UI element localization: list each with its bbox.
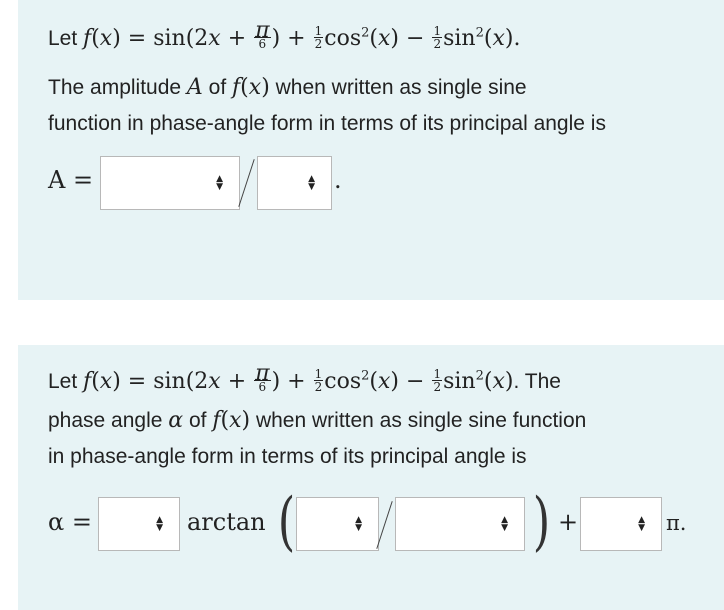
updown-arrows-icon: ▲ ▼ [501,515,508,533]
q2-answer-label: α = [48,508,92,536]
updown-arrows-icon: ▲ ▼ [308,174,315,192]
q2-coefficient-dropdown[interactable]: ▲ ▼ [98,497,180,551]
q2-arctan-numerator-dropdown[interactable]: ▲ ▼ [296,497,379,551]
q2-prompt-line-2: phase angle α of f(x) when written as si… [48,408,587,433]
pi-label: π. [666,511,687,535]
q1-function-definition: Let f(x) = sin(2x + π 6) + 1 2 cos2(x) − 12… [48,17,521,51]
q1-end-period: . [334,166,342,194]
updown-arrows-icon: ▲ ▼ [156,515,163,533]
updown-arrows-icon: ▲ ▼ [216,174,223,192]
question-2-panel: Let f(x) = sin(2x + π 6) + 1 2 cos2(x) − 12… [18,345,724,610]
q1-denominator-dropdown[interactable]: ▲ ▼ [257,156,332,210]
q2-prompt-line-3: in phase-angle form in terms of its prin… [48,445,527,468]
q1-prompt-line-3: function in phase-angle form in terms of… [48,112,606,135]
q1-prompt-line-2: The amplitude A of f(x) when written as … [48,75,527,100]
updown-arrows-icon: ▲ ▼ [638,515,645,533]
fraction-slash [238,159,255,207]
q1-numerator-dropdown[interactable]: ▲ ▼ [100,156,240,210]
q1-intro-text: Let [48,27,78,50]
question-1-panel: Let f(x) = sin(2x + π 6) + 1 2 cos2(x) − 12… [18,0,724,300]
q2-pi-coefficient-dropdown[interactable]: ▲ ▼ [580,497,662,551]
plus-sign: + [558,508,579,536]
left-paren: ( [277,485,296,559]
arctan-label: arctan [187,508,266,536]
q2-arctan-denominator-dropdown[interactable]: ▲ ▼ [395,497,525,551]
right-paren: ) [532,485,551,559]
q1-answer-label: A = [48,166,94,194]
updown-arrows-icon: ▲ ▼ [355,515,362,533]
q2-function-definition: Let f(x) = sin(2x + π 6) + 1 2 cos2(x) − 12… [48,360,561,394]
